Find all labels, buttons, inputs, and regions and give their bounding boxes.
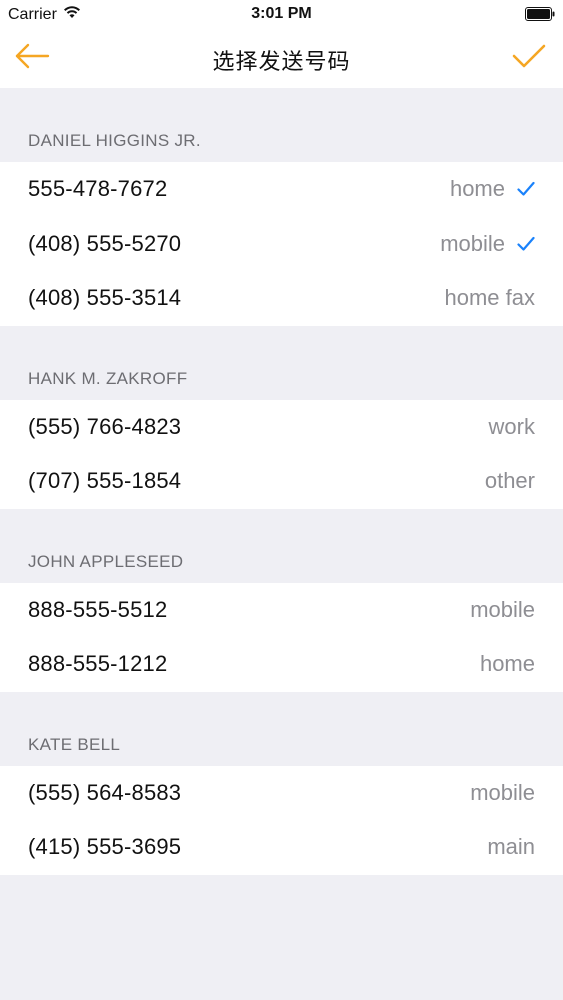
section-header: HANK M. ZAKROFF [0,325,563,400]
status-time: 3:01 PM [251,5,312,22]
phone-type-label: other [484,468,535,494]
row-accessory: main [487,834,535,860]
done-button[interactable] [507,38,551,78]
phone-type-label: mobile [470,596,535,622]
row-accessory: other [485,468,535,494]
phone-number-row[interactable]: (408) 555-3514 home fax [0,271,563,326]
row-accessory: work [489,414,535,440]
phone-number-row[interactable]: 555-478-7672 home [0,162,563,217]
contact-name: DANIEL HIGGINS JR. [28,131,201,150]
battery-full-icon [525,7,555,21]
row-accessory: home [480,651,535,677]
section-body: (555) 564-8583 mobile (415) 555-3695 main [0,765,563,875]
phone-type-label: home fax [444,285,536,311]
phone-number-row[interactable]: 888-555-1212 home [0,637,563,692]
phone-type-label: home [449,176,505,202]
row-accessory: home [450,176,535,202]
row-accessory: home fax [445,285,536,311]
phone-type-label: work [488,413,535,439]
selected-check-icon [517,181,535,197]
contact-name: HANK M. ZAKROFF [28,368,188,388]
row-accessory: mobile [440,231,535,257]
phone-number-row[interactable]: (555) 766-4823 work [0,400,563,455]
phone-number: 888-555-5512 [28,596,168,622]
section-header: JOHN APPLESEED [0,508,563,583]
phone-number: (408) 555-5270 [28,230,182,256]
section-body: (555) 766-4823 work (707) 555-1854 other [0,399,563,509]
row-accessory: mobile [470,597,535,623]
phone-number: (415) 555-3695 [28,834,182,860]
row-accessory: mobile [470,780,535,806]
contact-name: JOHN APPLESEED [28,551,184,571]
page-title: 选择发送号码 [212,49,351,74]
navigation-bar: 选择发送号码 [0,28,563,88]
phone-type-label: mobile [440,230,505,256]
phone-number-row[interactable]: 888-555-5512 mobile [0,583,563,638]
phone-number-row[interactable]: (555) 564-8583 mobile [0,766,563,821]
phone-number: (408) 555-3514 [28,285,182,311]
section-header: KATE BELL [0,691,563,766]
section-body: 555-478-7672 home (408) 555-5270 mobile (408… [0,162,563,326]
phone-number: 555-478-7672 [28,176,168,202]
status-bar: Carrier 3:01 PM [0,0,563,28]
contact-number-list: DANIEL HIGGINS JR. 555-478-7672 home (408) … [0,88,563,875]
phone-type-label: home [479,651,535,677]
checkmark-icon [512,43,546,74]
phone-type-label: main [487,834,535,860]
phone-number: 888-555-1212 [28,651,168,677]
section-header: DANIEL HIGGINS JR. [0,88,563,162]
section-body: 888-555-5512 mobile 888-555-1212 home [0,582,563,692]
phone-number-row[interactable]: (415) 555-3695 main [0,820,563,875]
contact-name: KATE BELL [28,734,121,754]
phone-type-label: mobile [470,779,535,805]
selected-check-icon [517,236,535,252]
phone-number-row[interactable]: (707) 555-1854 other [0,454,563,509]
phone-number-row[interactable]: (408) 555-5270 mobile [0,217,563,272]
phone-number: (555) 564-8583 [28,779,182,805]
phone-number: (707) 555-1854 [28,468,182,494]
phone-number: (555) 766-4823 [28,413,182,439]
